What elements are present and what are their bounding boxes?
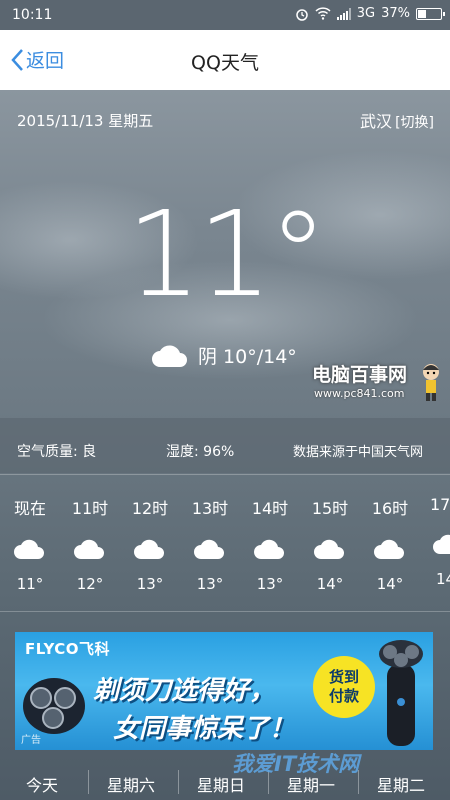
- weather-condition: 阴 10°/14°: [150, 342, 297, 369]
- ad-slogan-line1: 剃须刀选得好，: [93, 676, 276, 706]
- divider: [0, 474, 450, 475]
- city-name: 武汉: [360, 112, 393, 131]
- ad-slogan-line2: 女同事惊呆了！: [113, 714, 296, 744]
- city-selector[interactable]: 武汉 [切换]: [360, 108, 434, 132]
- air-quality: 空气质量: 良: [17, 444, 97, 460]
- watermark-title: 电脑百事网: [312, 364, 408, 386]
- page-title: QQ天气: [191, 52, 259, 74]
- cloud-icon: [14, 539, 44, 559]
- cloud-icon: [194, 539, 224, 559]
- humidity: 湿度: 96%: [166, 444, 235, 460]
- hour-temp: 14: [436, 570, 450, 588]
- hourly-item: 15时 14°: [300, 495, 360, 593]
- data-source: 数据来源于中国天气网: [293, 445, 424, 460]
- shaver-image: [23, 678, 85, 734]
- shaver-image: [379, 640, 423, 746]
- battery-icon: [416, 7, 445, 20]
- title-bar: 返回 QQ天气: [0, 30, 450, 91]
- hour-temp: 14°: [376, 575, 404, 593]
- day-tabs: 今天 星期六 星期日 星期一 星期二: [0, 762, 450, 800]
- tab-today[interactable]: 今天: [26, 772, 58, 796]
- current-temperature: 11°: [126, 185, 327, 323]
- cloud-icon: [152, 344, 187, 367]
- cloud-icon: [314, 539, 344, 559]
- hour-temp: 11°: [16, 575, 44, 593]
- cloud-icon: [134, 539, 164, 559]
- hour-temp: 13°: [136, 575, 164, 593]
- hour-label: 11时: [71, 499, 109, 518]
- hour-label: 14时: [251, 499, 289, 518]
- hour-label: 12时: [131, 499, 169, 518]
- alarm-icon: [295, 8, 308, 21]
- hour-label: 16时: [371, 499, 409, 518]
- switch-city-link[interactable]: [切换]: [395, 115, 434, 131]
- site-watermark: 电脑百事网 www.pc841.com: [312, 360, 407, 400]
- mascot-icon: [423, 364, 439, 401]
- status-icons: 3G 37%: [295, 6, 445, 21]
- ad-label: 广告: [21, 735, 41, 746]
- weather-date: 2015/11/13 星期五: [17, 112, 154, 130]
- hourly-item: 13时 13°: [180, 495, 240, 593]
- cloud-icon: [74, 539, 104, 559]
- badge-line1: 货到: [328, 668, 359, 686]
- hourly-item: 12时 13°: [120, 495, 180, 593]
- cod-badge: 货到 付款: [313, 656, 375, 718]
- status-time: 10:11: [12, 7, 53, 23]
- hourly-item: 17 14: [420, 495, 450, 588]
- hourly-forecast[interactable]: 现在 11° 11时 12° 12时 13° 13时 13° 14时 13° 1…: [0, 495, 450, 605]
- signal-icon: [336, 7, 351, 20]
- hour-temp: 13°: [196, 575, 224, 593]
- cloud-icon: [254, 539, 284, 559]
- condition-text: 阴 10°/14°: [198, 346, 297, 368]
- watermark-url: www.pc841.com: [314, 387, 405, 400]
- network-type: 3G: [356, 6, 376, 21]
- hour-temp: 14°: [316, 575, 344, 593]
- hourly-item: 11时 12°: [60, 495, 120, 593]
- hour-temp: 12°: [76, 575, 104, 593]
- hourly-item: 14时 13°: [240, 495, 300, 593]
- ad-brand: FLYCO飞科: [25, 640, 111, 658]
- tab-tuesday[interactable]: 星期二: [377, 772, 425, 796]
- hour-temp: 13°: [256, 575, 284, 593]
- wifi-icon: [315, 7, 331, 20]
- tab-divider: [178, 770, 179, 794]
- hour-label: 现在: [13, 499, 46, 518]
- hourly-item: 现在 11°: [0, 495, 60, 593]
- weather-details-bar: 空气质量: 良 湿度: 96% 数据来源于中国天气网: [0, 418, 450, 473]
- hourly-item: 16时 14°: [360, 495, 420, 593]
- cloud-icon: [374, 539, 404, 559]
- tab-saturday[interactable]: 星期六: [107, 772, 155, 796]
- tab-divider: [88, 770, 89, 794]
- weather-panel: 2015/11/13 星期五 武汉 [切换] 11° 阴 10°/14° 电脑百事…: [0, 90, 450, 800]
- divider: [0, 611, 450, 612]
- ad-banner[interactable]: FLYCO飞科 剃须刀选得好， 女同事惊呆了！ 货到 付款 广告: [15, 632, 433, 750]
- hour-label: 17: [430, 495, 450, 514]
- battery-percent: 37%: [381, 6, 410, 21]
- badge-line2: 付款: [328, 687, 359, 705]
- cloud-icon: [433, 534, 450, 554]
- status-bar: 10:11 3G 37%: [0, 0, 450, 30]
- bottom-watermark: 我爱IT技术网: [232, 752, 360, 776]
- hour-label: 13时: [191, 499, 229, 518]
- hour-label: 15时: [311, 499, 349, 518]
